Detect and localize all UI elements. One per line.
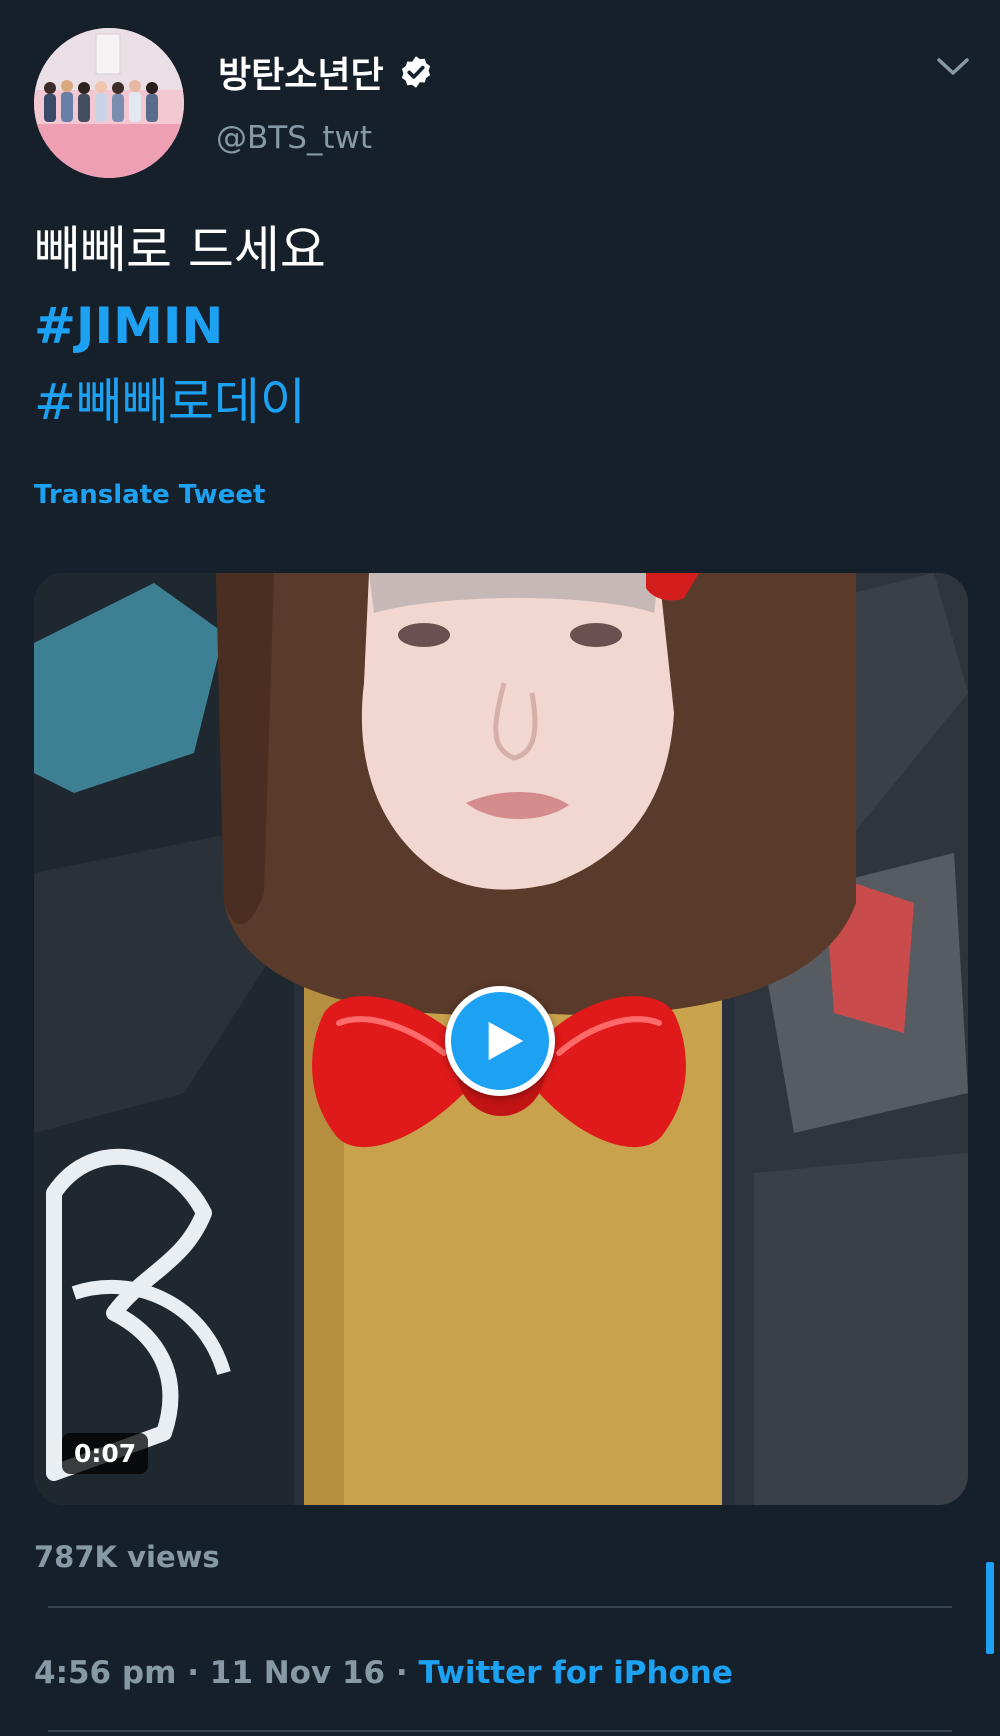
play-button[interactable] [445, 986, 555, 1096]
tweet-date: 11 Nov 16 [209, 1655, 386, 1691]
tweet-source-link[interactable]: Twitter for iPhone [418, 1655, 732, 1691]
chevron-down-icon[interactable] [936, 56, 970, 78]
author-name-row[interactable]: 방탄소년단 [218, 46, 434, 98]
video-duration-badge: 0:07 [62, 1433, 149, 1474]
scroll-indicator[interactable] [986, 1562, 994, 1654]
view-count: 787K views [34, 1540, 220, 1574]
hashtag-pepero-day[interactable]: #빼빼로데이 [34, 364, 326, 440]
verified-badge-icon [401, 56, 430, 88]
play-icon [488, 1021, 524, 1061]
meta-separator-2: · [395, 1655, 408, 1691]
tweet-text: 빼빼로 드세요 #JIMIN #빼빼로데이 [34, 212, 326, 440]
video-player[interactable]: 0:07 [34, 573, 968, 1505]
divider-top [48, 1606, 952, 1608]
tweet-meta: 4:56 pm · 11 Nov 16 · Twitter for iPhone [34, 1655, 733, 1691]
meta-separator-1: · [187, 1655, 199, 1691]
tweet-time: 4:56 pm [34, 1655, 177, 1691]
translate-tweet-link[interactable]: Translate Tweet [34, 480, 265, 510]
hashtag-jimin[interactable]: #JIMIN [34, 288, 326, 364]
tweet-body: 빼빼로 드세요 [34, 221, 326, 279]
avatar-image [34, 28, 184, 178]
display-name[interactable]: 방탄소년단 [218, 46, 384, 98]
user-handle[interactable]: @BTS_twt [216, 120, 372, 156]
avatar[interactable] [34, 28, 184, 178]
divider-bottom [48, 1730, 952, 1732]
